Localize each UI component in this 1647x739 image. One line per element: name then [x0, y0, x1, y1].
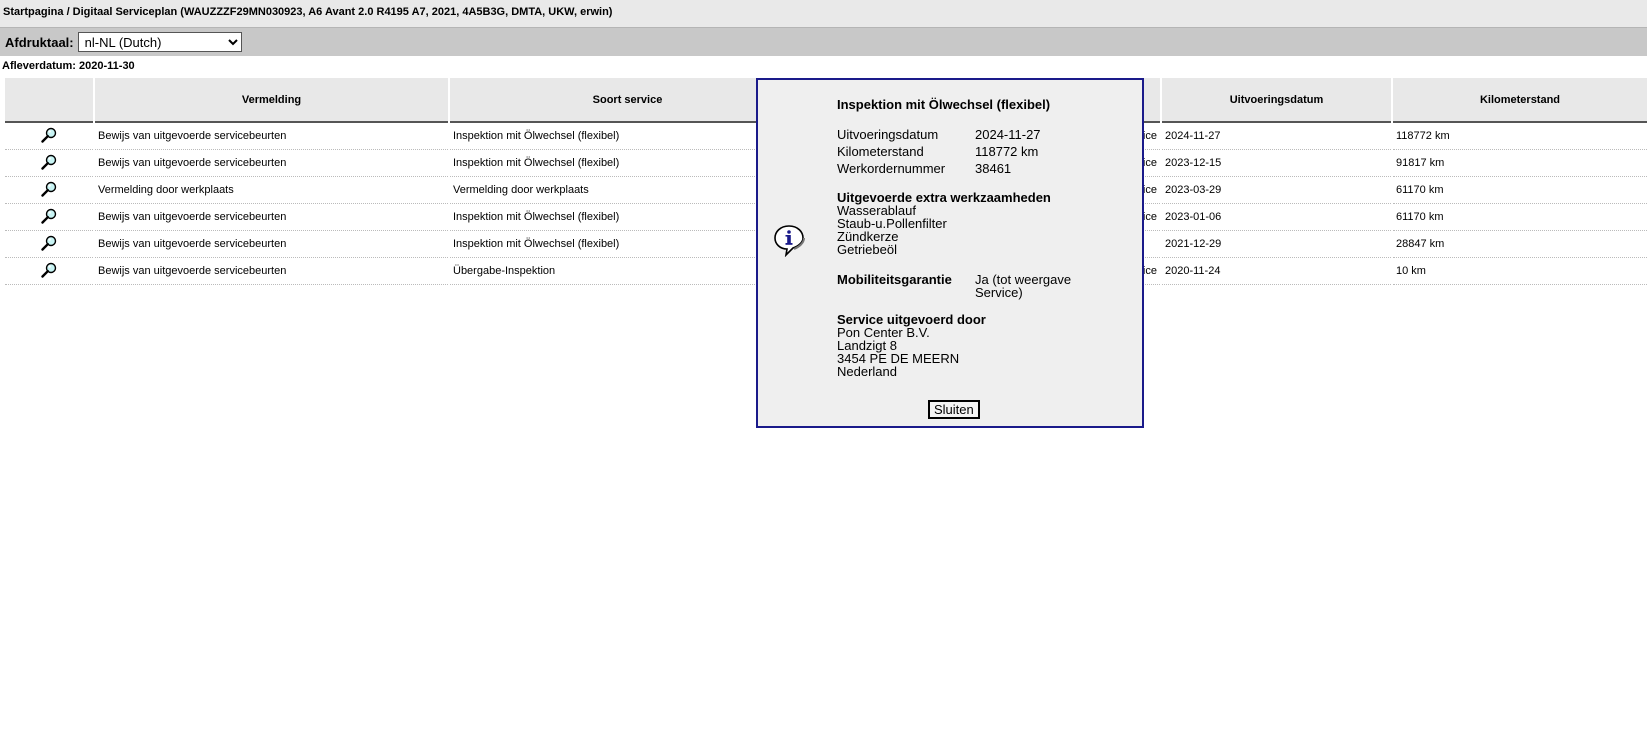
detail-key: Kilometerstand [837, 144, 924, 159]
mobility-value: Ja (tot weergave Service) [975, 272, 1072, 300]
header-kilometerstand[interactable]: Kilometerstand [1393, 78, 1647, 123]
magnifier-icon[interactable] [41, 154, 57, 170]
view-details-cell [5, 231, 93, 258]
magnifier-icon[interactable] [41, 235, 57, 251]
magnifier-icon[interactable] [41, 181, 57, 197]
detail-row-werkordernummer: Werkordernummer 38461 [837, 160, 1137, 177]
cell-soort-service: Inspektion mit Ölwechsel (flexibel) [450, 204, 805, 231]
delivery-date: Afleverdatum: 2020-11-30 [2, 60, 135, 72]
cell-vermelding: Bewijs van uitgevoerde servicebeurten [95, 123, 448, 150]
mobility-row: Mobiliteitsgarantie Ja (tot weergave Ser… [837, 273, 1137, 299]
info-icon [772, 223, 806, 260]
magnifier-icon[interactable] [41, 127, 57, 143]
cell-uitvoeringsdatum: 2024-11-27 [1162, 123, 1391, 150]
cell-kilometerstand: 61170 km [1393, 177, 1647, 204]
detail-value: 118772 km [975, 144, 1039, 159]
mobility-label: Mobiliteitsgarantie [837, 272, 952, 287]
cell-uitvoeringsdatum: 2020-11-24 [1162, 258, 1391, 285]
breadcrumb: Startpagina / Digitaal Serviceplan (WAUZ… [0, 0, 1647, 28]
cell-kilometerstand: 61170 km [1393, 204, 1647, 231]
magnifier-icon[interactable] [41, 208, 57, 224]
detail-value: 2024-11-27 [975, 127, 1041, 142]
cell-uitvoeringsdatum: 2021-12-29 [1162, 231, 1391, 258]
cell-vermelding: Bewijs van uitgevoerde servicebeurten [95, 258, 448, 285]
detail-value: 38461 [975, 161, 1012, 176]
detail-row-uitvoeringsdatum: Uitvoeringsdatum 2024-11-27 [837, 126, 1137, 143]
service-address-line: Nederland [837, 364, 897, 379]
view-details-cell [5, 258, 93, 285]
header-uitvoeringsdatum[interactable]: Uitvoeringsdatum [1162, 78, 1391, 123]
view-details-cell [5, 177, 93, 204]
detail-row-kilometerstand: Kilometerstand 118772 km [837, 143, 1137, 160]
cell-uitvoeringsdatum: 2023-01-06 [1162, 204, 1391, 231]
language-label: Afdruktaal: [5, 34, 74, 50]
cell-kilometerstand: 10 km [1393, 258, 1647, 285]
dialog-title: Inspektion mit Ölwechsel (flexibel) [837, 97, 1051, 112]
cell-kilometerstand: 28847 km [1393, 231, 1647, 258]
cell-soort-service: Inspektion mit Ölwechsel (flexibel) [450, 231, 805, 258]
extra-work-item: Getriebeöl [837, 242, 897, 257]
header-icon [5, 78, 93, 123]
close-button[interactable]: Sluiten [928, 400, 980, 419]
view-details-cell [5, 150, 93, 177]
cell-uitvoeringsdatum: 2023-03-29 [1162, 177, 1391, 204]
extra-work-section: Uitgevoerde extra werkzaamheden Wasserab… [837, 191, 1137, 256]
cell-uitvoeringsdatum: 2023-12-15 [1162, 150, 1391, 177]
detail-key: Werkordernummer [837, 161, 946, 176]
service-by-section: Service uitgevoerd door Pon Center B.V. … [837, 313, 1137, 378]
language-bar: Afdruktaal: nl-NL (Dutch) [0, 28, 1647, 56]
cell-kilometerstand: 91817 km [1393, 150, 1647, 177]
view-details-cell [5, 123, 93, 150]
detail-key: Uitvoeringsdatum [837, 127, 939, 142]
cell-soort-service: Vermelding door werkplaats [450, 177, 805, 204]
cell-vermelding: Bewijs van uitgevoerde servicebeurten [95, 231, 448, 258]
service-detail-dialog: Inspektion mit Ölwechsel (flexibel) Uitv… [756, 78, 1144, 428]
cell-soort-service: Inspektion mit Ölwechsel (flexibel) [450, 150, 805, 177]
view-details-cell [5, 204, 93, 231]
header-soort-service[interactable]: Soort service [450, 78, 805, 123]
cell-vermelding: Vermelding door werkplaats [95, 177, 448, 204]
cell-vermelding: Bewijs van uitgevoerde servicebeurten [95, 204, 448, 231]
magnifier-icon[interactable] [41, 262, 57, 278]
language-select[interactable]: nl-NL (Dutch) [77, 32, 242, 52]
cell-soort-service: Inspektion mit Ölwechsel (flexibel) [450, 123, 805, 150]
cell-vermelding: Bewijs van uitgevoerde servicebeurten [95, 150, 448, 177]
cell-kilometerstand: 118772 km [1393, 123, 1647, 150]
cell-soort-service: Übergabe-Inspektion [450, 258, 805, 285]
header-vermelding[interactable]: Vermelding [95, 78, 448, 123]
